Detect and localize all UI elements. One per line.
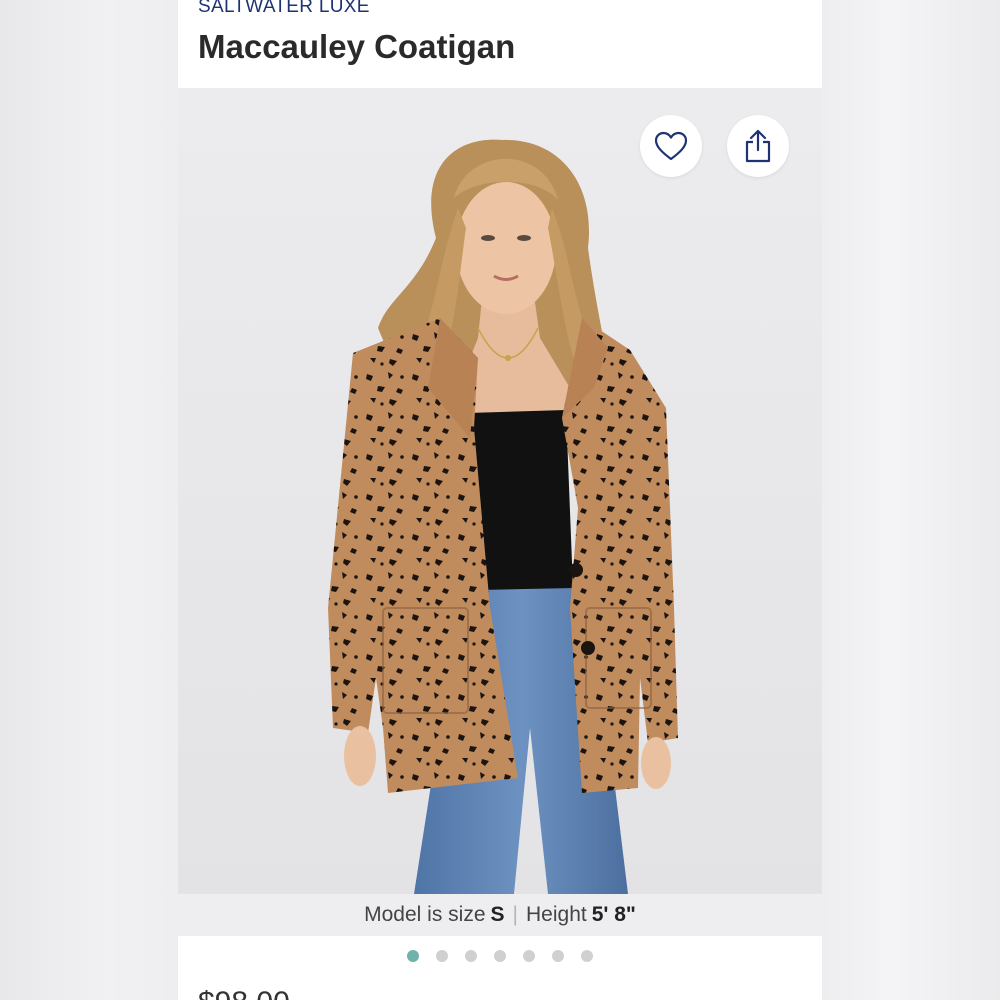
left-background-panel bbox=[0, 0, 178, 1000]
model-size-label: Model is size bbox=[364, 903, 486, 926]
model-height-value: 5' 8" bbox=[591, 903, 636, 926]
gallery-pagination bbox=[178, 950, 822, 966]
gallery-dot[interactable] bbox=[581, 950, 593, 962]
model-size-value: S bbox=[490, 903, 505, 926]
gallery-dot[interactable] bbox=[436, 950, 448, 962]
product-image-gallery[interactable] bbox=[178, 88, 822, 894]
gallery-dot[interactable] bbox=[552, 950, 564, 962]
gallery-dot[interactable] bbox=[407, 950, 419, 962]
gallery-dot[interactable] bbox=[465, 950, 477, 962]
product-price: $98.00 bbox=[198, 986, 290, 1000]
product-photo[interactable] bbox=[178, 88, 822, 894]
model-height-label: Height bbox=[526, 903, 587, 926]
heart-icon bbox=[654, 131, 688, 161]
brand-name[interactable]: SALTWATER LUXE bbox=[198, 0, 370, 18]
model-info-caption: Model is size S | Height 5' 8" bbox=[178, 894, 822, 936]
gallery-dot[interactable] bbox=[494, 950, 506, 962]
product-title: Maccauley Coatigan bbox=[198, 28, 516, 65]
share-button[interactable] bbox=[727, 115, 789, 177]
product-card: SALTWATER LUXE Maccauley Coatigan Model … bbox=[178, 0, 822, 1000]
favorite-button[interactable] bbox=[640, 115, 702, 177]
caption-separator: | bbox=[512, 903, 518, 926]
gallery-dot[interactable] bbox=[523, 950, 535, 962]
share-icon bbox=[745, 129, 771, 163]
right-background-panel bbox=[822, 0, 1000, 1000]
